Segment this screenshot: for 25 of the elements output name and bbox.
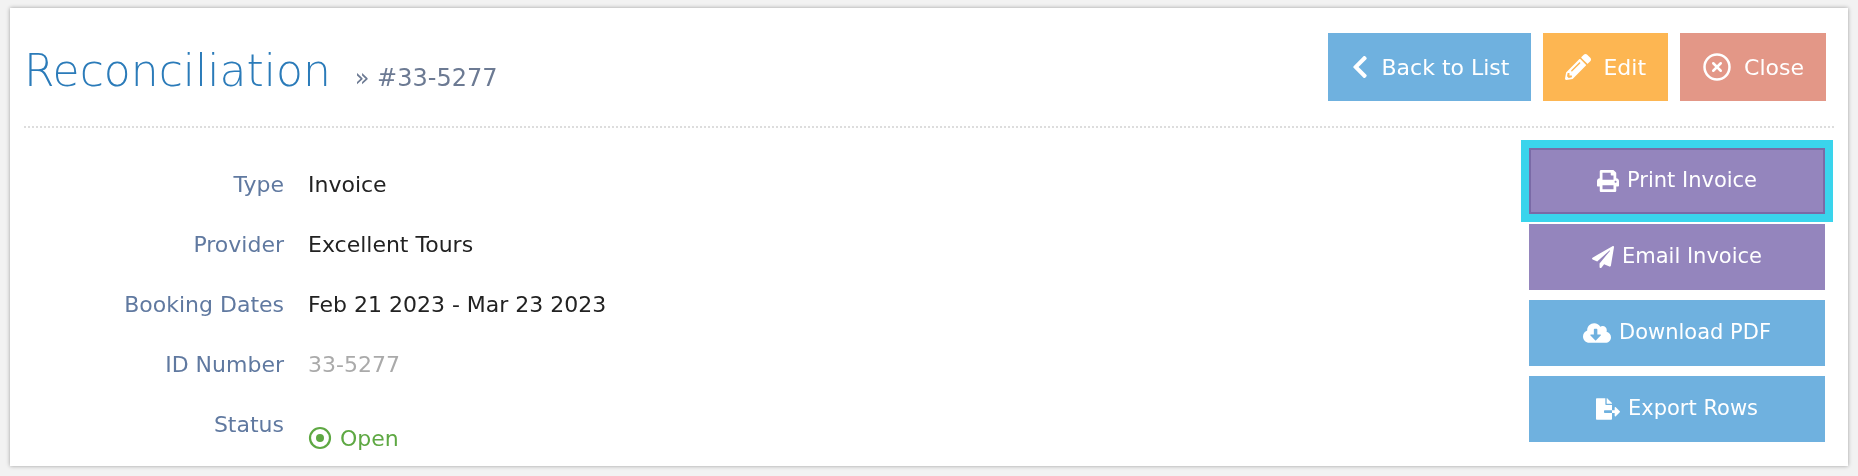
status-value: Open	[340, 424, 399, 453]
file-export-icon	[1596, 397, 1620, 421]
status-dot-icon	[308, 426, 332, 450]
record-number: » #33-5277	[354, 63, 498, 94]
detail-label: Booking Dates	[123, 291, 284, 319]
edit-button[interactable]: Edit	[1543, 33, 1669, 101]
export-button[interactable]: Export Rows	[1529, 376, 1825, 442]
close-button[interactable]: Close	[1680, 33, 1826, 101]
printer-icon	[1596, 170, 1619, 192]
email-button[interactable]: Email Invoice	[1529, 224, 1825, 290]
detail-value: Excellent Tours	[308, 231, 475, 259]
back-button[interactable]: Back to List	[1327, 33, 1532, 101]
detail-label: Status	[212, 411, 284, 439]
paper-plane-icon	[1592, 246, 1614, 268]
detail-value: Feb 21 2023 - Mar 23 2023	[308, 291, 607, 319]
detail-label: ID Number	[164, 351, 284, 379]
pencil-icon	[1565, 54, 1592, 80]
detail-value: 33-5277	[308, 351, 401, 379]
close-icon	[1702, 52, 1733, 82]
detail-value: Invoice	[308, 171, 388, 199]
page-title: Reconciliation	[24, 44, 331, 98]
detail-label: Type	[232, 171, 284, 199]
detail-label: Provider	[192, 231, 284, 259]
download-button[interactable]: Download PDF	[1529, 300, 1825, 366]
cloud-download-icon	[1583, 321, 1611, 345]
